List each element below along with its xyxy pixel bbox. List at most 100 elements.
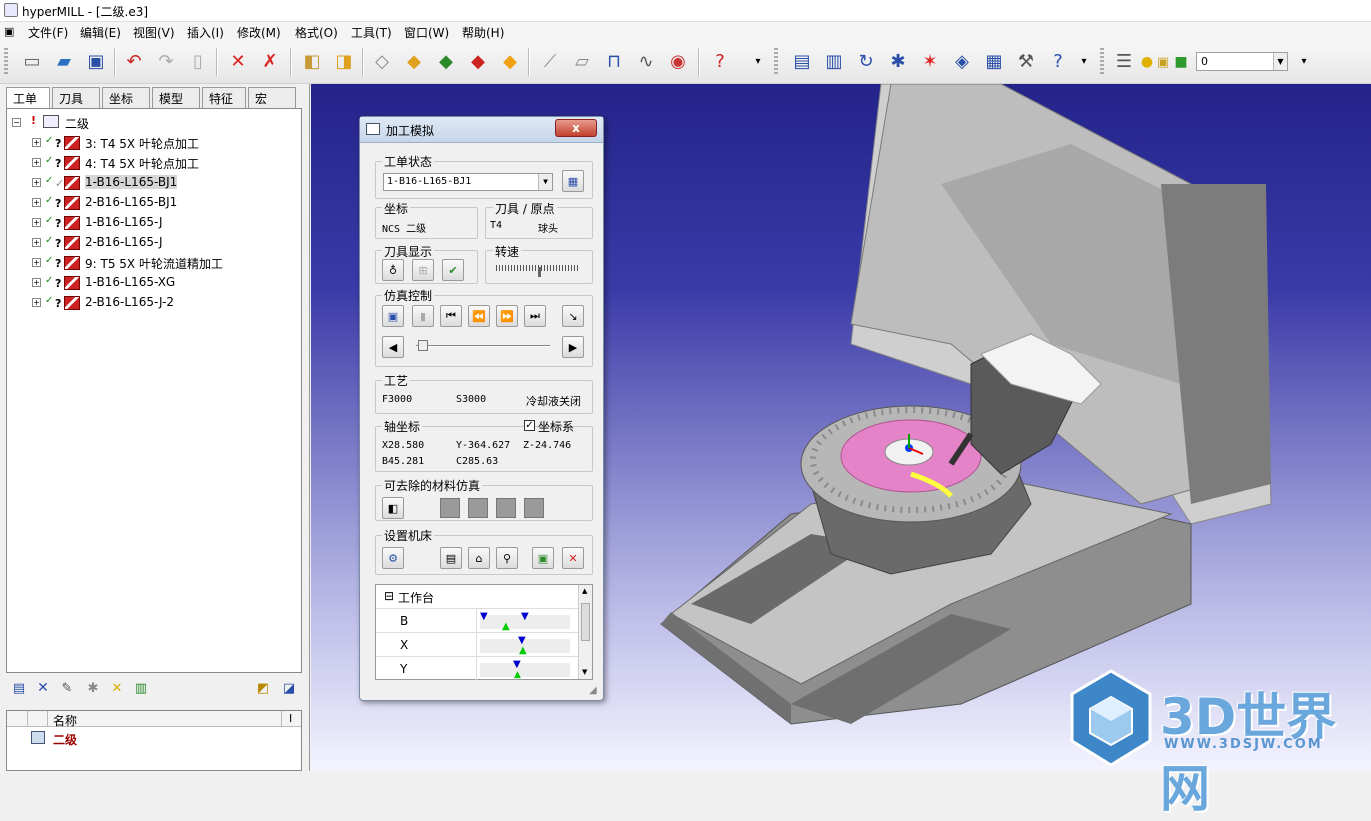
step-forward-button[interactable]: ▶ (562, 336, 584, 358)
speed-slider-thumb[interactable] (538, 267, 541, 277)
menu-modify[interactable]: 修改(M) (237, 24, 281, 41)
rotate-icon[interactable]: ↻ (852, 48, 880, 76)
delete-icon[interactable]: ✕ (224, 48, 252, 76)
layer-select[interactable]: 0 ▼ (1196, 52, 1288, 71)
expand-icon[interactable]: + (32, 198, 41, 207)
table-scrollbar[interactable]: ▲ ▼ (578, 585, 592, 679)
simulate-icon[interactable]: ✱ (884, 48, 912, 76)
box-solid-icon[interactable]: ◨ (330, 48, 358, 76)
dialog-titlebar[interactable]: 加工模拟 x (360, 117, 603, 143)
wrench-icon[interactable]: ⚒ (1012, 48, 1040, 76)
open-icon[interactable]: ▰ (50, 48, 78, 76)
expand-icon[interactable]: + (32, 138, 41, 147)
tab-models[interactable]: 模型 (152, 87, 200, 108)
tree-item[interactable]: + ✓? 9: T5 5X 叶轮流道精加工 (7, 253, 297, 273)
sim-options-button[interactable]: ↘ (562, 305, 584, 327)
material-button-disabled-4[interactable] (524, 498, 544, 518)
scroll-down-icon[interactable]: ▼ (582, 668, 587, 676)
edit-icon[interactable]: ✎ (56, 677, 78, 699)
layer-manager-icon[interactable]: ☰ (1110, 48, 1138, 76)
axis-range-bar[interactable] (480, 663, 570, 677)
help-icon[interactable]: ? (1044, 48, 1072, 76)
chevron-down-icon[interactable]: ▼ (1273, 53, 1287, 70)
view-icon-2[interactable]: ◪ (278, 677, 300, 699)
tool-path-button[interactable]: ⊞ (412, 259, 434, 281)
resize-grip-icon[interactable]: ◢ (589, 685, 597, 696)
list-icon[interactable]: ▤ (8, 677, 30, 699)
toolbar-grip[interactable] (1100, 48, 1104, 76)
clear-icon[interactable]: ✕ (106, 677, 128, 699)
expand-icon[interactable]: + (32, 178, 41, 187)
new-icon[interactable]: ▭ (18, 48, 46, 76)
job-browse-button[interactable]: ▦ (562, 170, 584, 192)
menu-format[interactable]: 格式(O) (295, 24, 338, 41)
chevron-down-icon[interactable]: ▼ (538, 174, 552, 190)
measure-icon[interactable]: ⟋ (536, 48, 564, 76)
wire-icon[interactable]: ◇ (368, 48, 396, 76)
tab-jobs[interactable]: 工单 (6, 87, 50, 109)
expand-icon[interactable]: + (32, 158, 41, 167)
scroll-thumb[interactable] (581, 603, 590, 641)
tree-item[interactable]: + ✓? 2-B16-L165-J (7, 233, 297, 253)
tool-check-button[interactable]: ✔ (442, 259, 464, 281)
tree-item[interactable]: + ✓? 3: T4 5X 叶轮点加工 (7, 133, 297, 153)
expand-icon[interactable]: + (32, 278, 41, 287)
cube-orange-icon[interactable]: ◆ (496, 48, 524, 76)
toolbar-grip[interactable] (774, 48, 778, 76)
menu-tools[interactable]: 工具(T) (351, 24, 392, 41)
expand-icon[interactable]: + (32, 298, 41, 307)
machine-option-4[interactable]: ▣ (532, 547, 554, 569)
menu-insert[interactable]: 插入(I) (187, 24, 224, 41)
calc-icon[interactable]: ▥ (820, 48, 848, 76)
material-button-disabled-1[interactable] (440, 498, 460, 518)
tab-macros[interactable]: 宏 (248, 87, 296, 108)
tree-item[interactable]: + ✓? 4: T4 5X 叶轮点加工 (7, 153, 297, 173)
dimension-icon[interactable]: ⊓ (600, 48, 628, 76)
expand-icon[interactable]: + (32, 258, 41, 267)
machine-option-5[interactable]: ✕ (562, 547, 584, 569)
machine-option-1[interactable]: ▤ (440, 547, 462, 569)
tab-features[interactable]: 特征 (202, 87, 246, 108)
collapse-icon[interactable]: − (12, 118, 21, 127)
toolbar-grip[interactable] (4, 48, 8, 76)
analyze-icon[interactable]: ▱ (568, 48, 596, 76)
repeat-icon[interactable]: ▯ (184, 48, 212, 76)
close-button[interactable]: x (555, 119, 597, 137)
expand-icon[interactable]: + (32, 238, 41, 247)
tree-item-selected[interactable]: + ✓ ✓ 1-B16-L165-BJ1 (7, 173, 297, 193)
toolbar-overflow-icon[interactable]: ▾ (744, 48, 772, 76)
export-icon[interactable]: ▥ (130, 677, 152, 699)
sim-setup-button[interactable]: ▣ (382, 305, 404, 327)
tab-tools[interactable]: 刀具 (52, 87, 100, 108)
expand-icon[interactable]: + (32, 218, 41, 227)
save-icon[interactable]: ▣ (82, 48, 110, 76)
go-end-button[interactable]: ⏭ (524, 305, 546, 327)
menu-help[interactable]: 帮助(H) (462, 24, 504, 41)
render-icon[interactable]: ◉ (664, 48, 692, 76)
cube-green-icon[interactable]: ◆ (432, 48, 460, 76)
material-sim-button[interactable]: ◧ (382, 497, 404, 519)
position-slider-thumb[interactable] (418, 340, 428, 351)
cube-icon[interactable]: ◆ (400, 48, 428, 76)
help-pointer-icon[interactable]: ? (706, 48, 734, 76)
layer-color-icon[interactable]: ■ (1174, 48, 1188, 76)
machine-option-3[interactable]: ⚲ (496, 547, 518, 569)
delete-all-icon[interactable]: ✗ (256, 48, 284, 76)
job-select[interactable]: 1-B16-L165-BJ1 ▼ (383, 173, 553, 191)
curve-icon[interactable]: ∿ (632, 48, 660, 76)
go-start-button[interactable]: ⏮ (440, 305, 462, 327)
tree-item[interactable]: + ✓? 2-B16-L165-BJ1 (7, 193, 297, 213)
coord-sys-checkbox[interactable]: ✓ (524, 420, 535, 431)
lock-icon[interactable]: ▣ (1156, 48, 1170, 76)
machine-setup-button[interactable]: ⚙ (382, 547, 404, 569)
delete-job-icon[interactable]: ✕ (32, 677, 54, 699)
new-job-icon[interactable]: ✱ (82, 677, 104, 699)
forward-button[interactable]: ⏩ (496, 305, 518, 327)
menu-window[interactable]: 窗口(W) (404, 24, 449, 41)
tree-item[interactable]: + ✓? 1-B16-L165-XG (7, 273, 297, 293)
doc-icon[interactable]: ▣ (4, 25, 14, 38)
material-button-disabled-2[interactable] (468, 498, 488, 518)
cube-red-icon[interactable]: ◆ (464, 48, 492, 76)
sim-stop-button[interactable]: ▮ (412, 305, 434, 327)
property-value[interactable]: 二级 (53, 731, 77, 748)
